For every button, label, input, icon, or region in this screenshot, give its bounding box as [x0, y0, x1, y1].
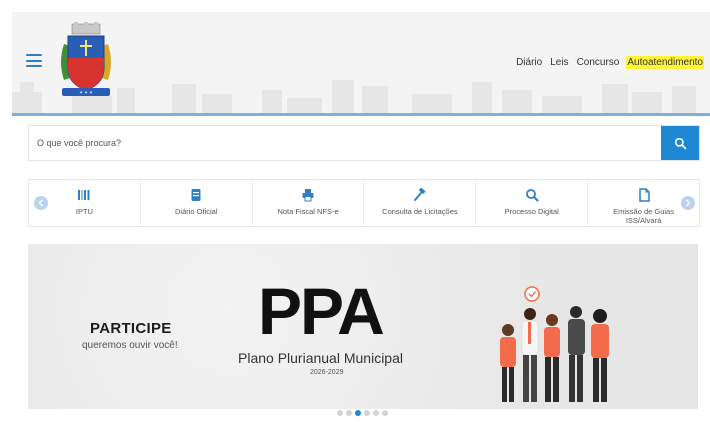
quick-item-label: Nota Fiscal NFS-e — [277, 207, 339, 216]
nav-link-concurso[interactable]: Concurso — [576, 56, 621, 69]
hero-banner[interactable]: PARTICIPE queremos ouvir você! PPA Plano… — [28, 244, 698, 409]
quick-item-label: Emissão de Guias ISS/Alvará — [613, 207, 674, 225]
chevron-right-icon — [686, 199, 691, 207]
banner-participe-text: PARTICIPE — [90, 320, 172, 337]
carousel-dot[interactable] — [373, 410, 379, 416]
site-header: ✶ ✶ ✶ Diário Leis Concurso Autoatendimen… — [12, 12, 710, 114]
banner-subtitle: Plano Plurianual Municipal — [238, 350, 403, 366]
quick-item-label: Diário Oficial — [174, 207, 218, 216]
people-group-illustration — [500, 286, 609, 402]
carousel-dot[interactable] — [346, 410, 352, 416]
quick-item-label: Consulta de Licitações — [382, 207, 458, 216]
quick-item-nota-fiscal[interactable]: Nota Fiscal NFS-e — [253, 180, 365, 226]
search-button[interactable] — [661, 126, 699, 160]
carousel-dot[interactable] — [364, 410, 370, 416]
nav-link-autoatendimento[interactable]: Autoatendimento — [626, 56, 704, 69]
search-icon — [674, 137, 686, 149]
quick-item-diario-oficial[interactable]: Diário Oficial — [141, 180, 253, 226]
hamburger-icon[interactable] — [26, 54, 42, 67]
carousel-next-button[interactable] — [681, 196, 695, 210]
banner-ppa-title: PPA — [258, 274, 385, 348]
quick-item-licitacoes[interactable]: Consulta de Licitações — [364, 180, 477, 226]
nav-link-diario[interactable]: Diário — [515, 56, 543, 69]
hammer-icon — [413, 188, 426, 201]
barcode-icon — [78, 190, 90, 200]
banner-queremos-text: queremos ouvir você! — [82, 340, 178, 351]
search-input[interactable] — [29, 126, 661, 160]
svg-text:✶ ✶ ✶: ✶ ✶ ✶ — [79, 90, 93, 95]
carousel-prev-button[interactable] — [34, 196, 48, 210]
speech-bubble-icon — [524, 286, 540, 302]
header-divider — [12, 113, 710, 116]
carousel-dots — [337, 410, 388, 416]
document-icon — [191, 189, 201, 201]
nav-link-leis[interactable]: Leis — [549, 56, 569, 69]
quick-item-processo-digital[interactable]: Processo Digital — [476, 180, 589, 226]
search-bar — [28, 125, 700, 161]
municipal-coat-of-arms-logo[interactable]: ✶ ✶ ✶ — [54, 22, 118, 102]
printer-icon — [302, 189, 314, 202]
file-icon — [638, 188, 650, 202]
chevron-left-icon — [38, 199, 43, 207]
carousel-dot-active[interactable] — [355, 410, 361, 416]
quick-item-label: Processo Digital — [504, 207, 559, 216]
quick-item-label: IPTU — [75, 207, 93, 216]
carousel-dot[interactable] — [337, 410, 343, 416]
quick-access-bar: IPTU Diário Oficial Nota Fiscal NFS-e Co… — [28, 179, 700, 227]
carousel-dot[interactable] — [382, 410, 388, 416]
top-navigation: Diário Leis Concurso Autoatendimento — [515, 56, 704, 69]
banner-years: 2026-2029 — [310, 369, 344, 376]
search-icon — [525, 189, 539, 202]
